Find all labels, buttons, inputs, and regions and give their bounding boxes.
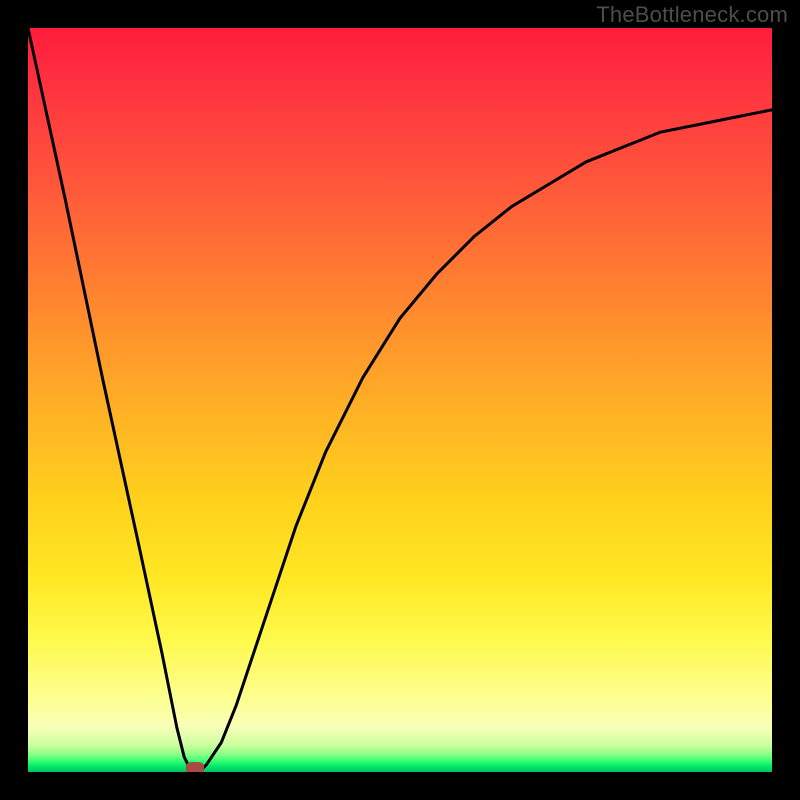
optimum-marker — [186, 762, 204, 772]
plot-area — [28, 28, 772, 772]
attribution-text: TheBottleneck.com — [596, 2, 788, 28]
chart-canvas: TheBottleneck.com — [0, 0, 800, 800]
heat-gradient-background — [28, 28, 772, 772]
